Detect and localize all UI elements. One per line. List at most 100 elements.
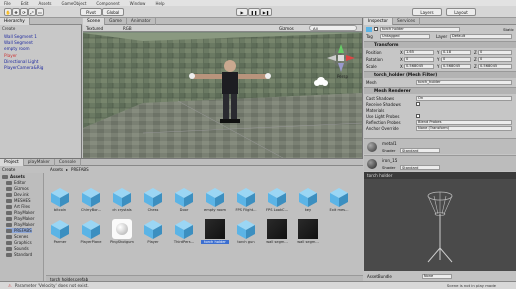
rect-tool-button[interactable]: ▭: [36, 8, 44, 16]
asset-bundle-dropdown[interactable]: None: [421, 273, 452, 279]
asset-tile[interactable]: ThirdPers...: [172, 219, 196, 249]
mesh-renderer-header[interactable]: Mesh Renderer: [364, 87, 516, 94]
tree-item[interactable]: Editor: [6, 180, 26, 185]
tree-item[interactable]: Art Files: [6, 204, 30, 209]
menu-assets[interactable]: Assets: [38, 1, 51, 6]
mesh-field[interactable]: torch_holder: [416, 79, 512, 85]
asset-tile[interactable]: wall segm...: [296, 219, 320, 249]
menu-file[interactable]: File: [4, 1, 11, 6]
tree-item-selected[interactable]: PREFABS: [6, 228, 32, 233]
status-message[interactable]: Parameter 'Velocity' does not exist.: [15, 283, 89, 288]
position-x-field[interactable]: 1.65: [404, 49, 434, 55]
asset-tile[interactable]: torch holder: [201, 219, 229, 249]
tree-item[interactable]: Assets: [2, 174, 25, 179]
play-button[interactable]: ▶: [236, 8, 248, 16]
menu-window[interactable]: Window: [130, 1, 146, 6]
hierarchy-item[interactable]: Wall Segment: [4, 40, 33, 45]
shader-dropdown[interactable]: Standard: [400, 148, 440, 153]
hierarchy-item[interactable]: empty room: [4, 46, 30, 51]
transform-header[interactable]: Transform: [364, 41, 516, 48]
cast-shadows-dropdown[interactable]: On: [416, 95, 512, 101]
tab-scene[interactable]: Scene: [83, 18, 106, 25]
tab-animator[interactable]: Animator: [127, 18, 156, 25]
asset-tile[interactable]: wall segm...: [265, 219, 289, 249]
breadcrumb-assets[interactable]: Assets: [50, 167, 63, 172]
menu-edit[interactable]: Edit: [21, 1, 29, 6]
position-y-field[interactable]: 0.18: [441, 49, 471, 55]
asset-tile[interactable]: Player: [141, 219, 165, 249]
asset-tile[interactable]: Door: [172, 187, 196, 217]
move-tool-button[interactable]: ✥: [12, 8, 20, 16]
hand-tool-button[interactable]: ✋: [4, 8, 12, 16]
layer-dropdown[interactable]: Default: [450, 33, 512, 39]
tab-hierarchy[interactable]: Hierarchy: [0, 18, 30, 25]
scene-search-input[interactable]: All: [309, 25, 357, 31]
shader-dropdown[interactable]: Standard: [400, 165, 440, 170]
menu-help[interactable]: Help: [155, 1, 164, 6]
asset-tile[interactable]: PlayerPlane: [79, 219, 103, 249]
tree-item[interactable]: Dev.ink: [6, 192, 29, 197]
rotation-x-field[interactable]: 0: [404, 56, 434, 62]
position-z-field[interactable]: 0: [478, 49, 512, 55]
project-create-button[interactable]: Create: [2, 167, 15, 172]
tree-item[interactable]: PlayMaker: [6, 222, 35, 227]
breadcrumb-prefabs[interactable]: PREFABS: [71, 167, 89, 172]
tree-item[interactable]: Graphics: [6, 240, 32, 245]
hierarchy-create-button[interactable]: Create: [2, 26, 15, 31]
scene-view[interactable]: Scene Game Animator Textured RGB Gizmos …: [83, 18, 363, 158]
light-probes-checkbox[interactable]: [416, 114, 420, 118]
menu-gameobject[interactable]: GameObject: [61, 1, 86, 6]
rotation-z-field[interactable]: 0: [478, 56, 512, 62]
hierarchy-item[interactable]: Directional Light: [4, 59, 38, 64]
anchor-override-field[interactable]: None (Transform): [416, 125, 512, 131]
tab-project[interactable]: Project: [0, 159, 24, 166]
asset-tile[interactable]: empty room: [203, 187, 227, 217]
scale-y-field[interactable]: 0.568045: [441, 63, 471, 69]
object-name-field[interactable]: torch holder: [380, 26, 460, 32]
asset-tile[interactable]: FPS Flight...: [234, 187, 258, 217]
asset-tile[interactable]: key: [296, 187, 320, 217]
tab-services[interactable]: Services: [393, 18, 421, 25]
asset-tile[interactable]: Parmer: [48, 219, 72, 249]
tree-item[interactable]: Standard: [6, 252, 32, 257]
scale-x-field[interactable]: 0.568045: [404, 63, 434, 69]
material-iron[interactable]: iron_15 Shader Standard: [364, 155, 516, 171]
pivot-toggle[interactable]: Pivot: [80, 8, 102, 16]
rgb-dropdown[interactable]: RGB: [123, 26, 132, 31]
receive-shadows-checkbox[interactable]: [416, 102, 420, 106]
scale-z-field[interactable]: 0.568045: [478, 63, 512, 69]
tree-item[interactable]: Sounds: [6, 246, 29, 251]
gizmos-dropdown[interactable]: Gizmos: [279, 26, 294, 31]
active-checkbox[interactable]: [374, 27, 378, 31]
layout-dropdown[interactable]: Layout: [446, 8, 476, 16]
tree-item[interactable]: MESHES: [6, 198, 31, 203]
hierarchy-item[interactable]: PlayerCamera&Rig: [4, 65, 43, 70]
asset-tile[interactable]: FPS LookC...: [265, 187, 289, 217]
tab-game[interactable]: Game: [105, 18, 127, 25]
tag-dropdown[interactable]: Untagged: [380, 33, 430, 39]
tab-console[interactable]: Console: [55, 159, 81, 166]
tab-inspector[interactable]: Inspector: [364, 18, 394, 25]
asset-tile[interactable]: ChirryBor...: [79, 187, 103, 217]
tree-item[interactable]: PlayMaker: [6, 216, 35, 221]
reflection-probes-dropdown[interactable]: Blend Probes: [416, 119, 512, 125]
asset-tile[interactable]: ch crystals: [110, 187, 134, 217]
asset-tile[interactable]: torch gun: [234, 219, 258, 249]
asset-tile[interactable]: bitcoin: [48, 187, 72, 217]
layers-dropdown[interactable]: Layers: [412, 8, 442, 16]
asset-tile[interactable]: PingShotgum: [110, 219, 134, 249]
shading-dropdown[interactable]: Textured: [86, 26, 103, 31]
tree-item[interactable]: PlayMaker: [6, 210, 35, 215]
materials-label[interactable]: Materials: [366, 108, 384, 113]
static-toggle[interactable]: Static: [503, 27, 514, 32]
tree-item[interactable]: Scenes: [6, 234, 28, 239]
rotation-y-field[interactable]: 0: [441, 56, 471, 62]
asset-tile[interactable]: Chess: [141, 187, 165, 217]
hierarchy-item[interactable]: Player: [4, 53, 17, 58]
global-toggle[interactable]: Global: [102, 8, 124, 16]
scale-tool-button[interactable]: ⤢: [28, 8, 36, 16]
tree-item[interactable]: Gizmos: [6, 186, 29, 191]
hierarchy-item[interactable]: Wall Segment 1: [4, 34, 37, 39]
asset-tile[interactable]: Exit mes...: [327, 187, 351, 217]
pause-button[interactable]: ❚❚: [248, 8, 260, 16]
